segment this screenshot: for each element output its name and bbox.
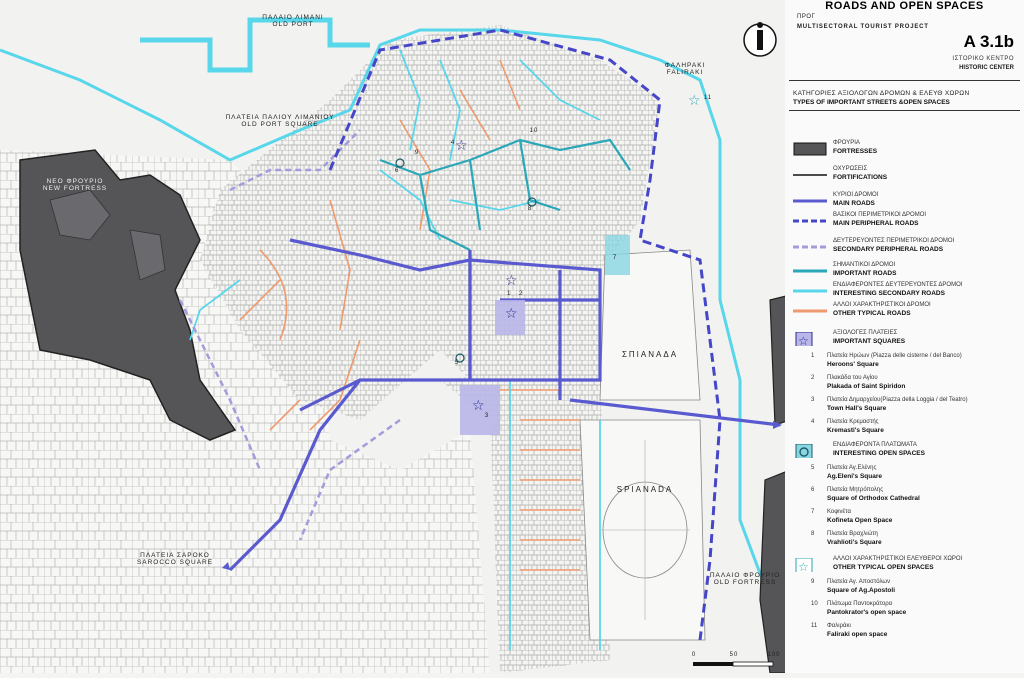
- program-label: ΠΡΟΓ: [797, 14, 816, 20]
- star-square-icon: ☆: [795, 332, 813, 346]
- open-space-item-6[interactable]: 6 Πλατεία Μητρόπολης Square of Orthodox …: [789, 485, 1024, 507]
- marker-number-11: 11: [703, 95, 713, 101]
- project-label: MULTISECTORAL TOURIST PROJECT: [797, 24, 929, 30]
- marker-number-8: 8: [527, 206, 533, 212]
- scale-tick-0: 0: [691, 652, 697, 658]
- area-label-gr: ΙΣΤΟΡΙΚΟ ΚΕΝΤΡΟ: [952, 56, 1014, 62]
- other-space-marker-11[interactable]: ☆: [688, 93, 701, 109]
- legend-panel: ROADS AND OPEN SPACES ΠΡΟΓ MULTISECTORAL…: [785, 0, 1024, 673]
- other-space-item-10[interactable]: 10 Πλάτωμα Παντοκράτορα Pantokrator's op…: [789, 599, 1024, 621]
- city-map[interactable]: ☆ ☆ ☆ ☆ ☆ ΠΑΛΑΙΟ ΛΙΜΑΝΙ OLD PORT ΠΛΑΤΕΙΑ …: [0, 0, 791, 674]
- marker-number-2: 2: [518, 291, 524, 297]
- label-sarocco-square: ΠΛΑΤΕΙΑ ΣΑΡΟΚΟ SAROCCO SQUARE: [136, 552, 214, 566]
- divider: [789, 110, 1020, 111]
- scale-tick-50: 50: [729, 652, 739, 658]
- svg-text:☆: ☆: [688, 93, 701, 109]
- label-old-fortress: ΠΑΛΑΙΟ ΦΡΟΥΡΙΟ OLD FORTRESS: [709, 572, 781, 586]
- marker-number-7: 7: [612, 255, 618, 261]
- marker-number-1: 1: [506, 291, 512, 297]
- legend-other-typical-open-spaces[interactable]: ☆ ΑΛΛΟΙ ΧΑΡΑΚΤΗΡΙΣΤΙΚΟΙ ΕΛΕΥΘΕΡΟΙ ΧΩΡΟΙ …: [789, 553, 1024, 579]
- svg-text:☆: ☆: [798, 334, 809, 346]
- scale-tick-100: 100: [767, 652, 781, 658]
- svg-text:☆: ☆: [505, 306, 518, 322]
- square-marker-2[interactable]: ☆: [505, 306, 518, 322]
- legend-other-typical-roads[interactable]: ΑΛΛΟΙ ΧΑΡΑΚΤΗΡΙΣΤΙΚΟΙ ΔΡΟΜΟΙ OTHER TYPIC…: [789, 299, 1024, 325]
- label-spianada-en: SPIANADA: [616, 485, 674, 494]
- subtitle-en: TYPES OF IMPORTANT STREETS &OPEN SPACES: [793, 99, 950, 106]
- label-old-port: ΠΑΛΑΙΟ ΛΙΜΑΝΙ OLD PORT: [262, 14, 324, 28]
- svg-text:☆: ☆: [505, 273, 518, 289]
- other-space-item-11[interactable]: 11 Φαλιράκι Faliraki open space: [789, 621, 1024, 643]
- legend-interesting-open-spaces[interactable]: ΕΝΔΙΑΦΕΡΟΝΤΑ ΠΛΑΤΩΜΑΤΑ INTERESTING OPEN …: [789, 439, 1024, 465]
- square-marker-3[interactable]: ☆: [472, 398, 485, 414]
- sheet-code: A 3.1b: [963, 32, 1014, 51]
- legend-important-squares[interactable]: ☆ ΑΞΙΟΛΟΓΕΣ ΠΛΑΤΕΙΕΣ IMPORTANT SQUARES: [789, 327, 1024, 353]
- svg-text:☆: ☆: [472, 398, 485, 414]
- legend-main-peripheral-roads[interactable]: ΒΑΣΙΚΟΙ ΠΕΡΙΜΕΤΡΙΚΟΙ ΔΡΟΜΟΙ MAIN PERIPHE…: [789, 209, 1024, 235]
- square-item-3[interactable]: 3 Πλατεία Δημαρχείου(Piazza della Loggia…: [789, 395, 1024, 417]
- marker-number-5: 5: [454, 360, 460, 366]
- legend-fortresses[interactable]: ΦΡΟΥΡΙΑ FORTRESSES: [789, 137, 1024, 163]
- map-canvas: ☆ ☆ ☆ ☆ ☆: [0, 0, 791, 674]
- marker-number-10: 10: [529, 128, 539, 134]
- open-space-item-7[interactable]: 7 Κοφινέτα Kofineta Open Space: [789, 507, 1024, 529]
- label-spianada-gr: ΣΠΙΑΝΑΔΑ: [621, 350, 679, 359]
- divider: [789, 80, 1020, 81]
- open-space-item-8[interactable]: 8 Πλατεία Βραχλιώτη Vrahlioti's Square: [789, 529, 1024, 551]
- map-title: ROADS AND OPEN SPACES: [825, 0, 984, 12]
- legend-fortifications[interactable]: ΟΧΥΡΩΣΕΙΣ FORTIFICATIONS: [789, 163, 1024, 189]
- marker-number-4: 4: [450, 140, 456, 146]
- label-new-fortress: ΝΕΟ ΦΡΟΥΡΙΟ NEW FORTRESS: [42, 178, 108, 192]
- svg-text:☆: ☆: [798, 560, 809, 572]
- square-item-4[interactable]: 4 Πλατεία Κρεμαστής Kremasti's Square: [789, 417, 1024, 439]
- marker-number-9: 9: [414, 150, 420, 156]
- square-item-2[interactable]: 2 Πλακάδα του Αγίου Plakada of Saint Spi…: [789, 373, 1024, 395]
- circle-square-icon: [795, 444, 813, 458]
- legend-secondary-peripheral-roads[interactable]: ΔΕΥΤΕΡΕΥΟΝΤΕΣ ΠΕΡΙΜΕΤΡΙΚΟΙ ΔΡΟΜΟΙ SECOND…: [789, 235, 1024, 261]
- outline-star-icon: ☆: [795, 558, 813, 572]
- label-faliraki: ΦΑΛΗΡΑΚΙ FALIRAKI: [664, 62, 706, 76]
- subtitle-gr: ΚΑΤΗΓΟΡΙΕΣ ΑΞΙΟΛΟΓΩΝ ΔΡΟΜΩΝ & ΕΛΕΥΘ ΧΩΡΩ…: [793, 90, 970, 97]
- label-old-port-square: ΠΛΑΤΕΙΑ ΠΑΛΙΟΥ ΛΙΜΑΝΙΟΥ OLD PORT SQUARE: [225, 114, 335, 128]
- marker-number-6: 6: [394, 168, 400, 174]
- marker-number-3: 3: [484, 413, 490, 419]
- area-label-en: HISTORIC CENTER: [959, 65, 1014, 71]
- scale-bar: [693, 661, 774, 667]
- square-marker-1[interactable]: ☆: [505, 273, 518, 289]
- other-space-item-9[interactable]: 9 Πλατεία Αγ. Αποστόλων Square of Ag.Apo…: [789, 577, 1024, 599]
- open-space-item-5[interactable]: 5 Πλατεία Αγ.Ελένης Ag.Eleni's Square: [789, 463, 1024, 485]
- square-item-1[interactable]: 1 Πλατεία Ηρώων (Piazza delle cisterne /…: [789, 351, 1024, 373]
